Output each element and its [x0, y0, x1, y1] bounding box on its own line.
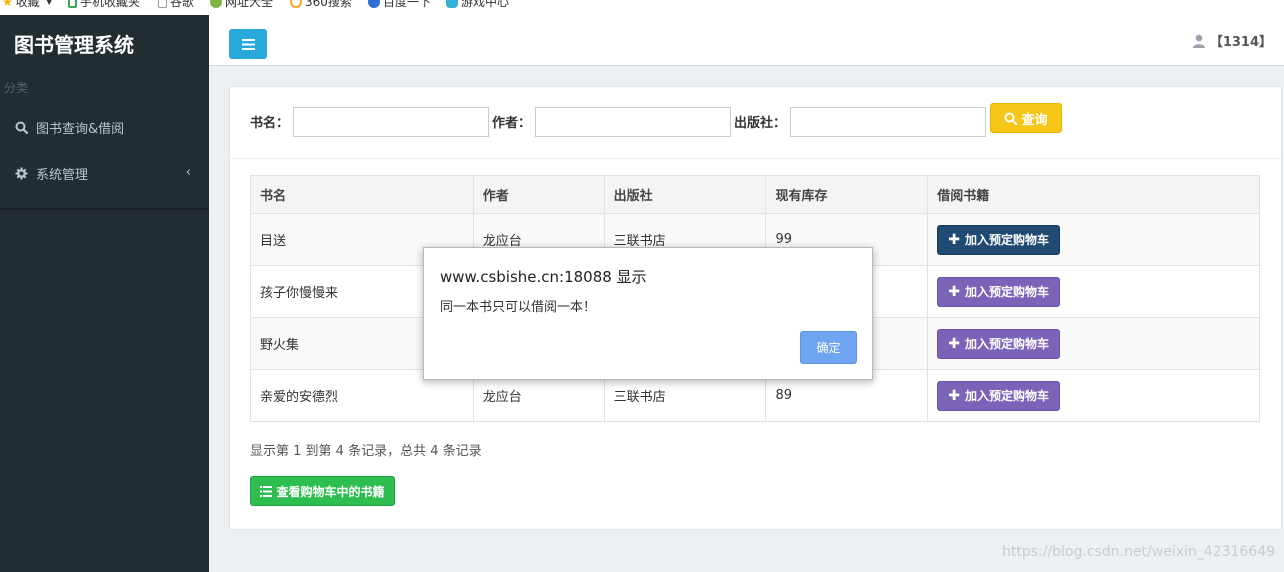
list-icon [260, 485, 273, 497]
add-to-cart-button[interactable]: ✚ 加入预定购物车 [937, 328, 1061, 359]
search-icon [1004, 112, 1018, 125]
bookmark-favorites[interactable]: ★ 收藏 ▼ [2, 0, 53, 10]
title-input[interactable] [293, 107, 489, 137]
sidebar-toggle-button[interactable] [229, 29, 267, 59]
phone-icon [68, 0, 77, 8]
sidebar: 图书管理系统 分类 图书查询&借阅 系统管理 ‹ [0, 15, 209, 572]
sidebar-item-book-search[interactable]: 图书查询&借阅 [0, 105, 209, 149]
globe-icon [210, 0, 222, 8]
dialog-title: www.csbishe.cn:18088 显示 [440, 268, 647, 286]
cell-action: ✚ 加入预定购物车 [927, 317, 1260, 370]
watermark: https://blog.csdn.net/weixin_42316649 [1002, 544, 1276, 560]
bookmark-hao[interactable]: 网址大全 [210, 0, 273, 10]
topbar: 【1314】 [209, 15, 1284, 66]
bookmark-games[interactable]: 游戏中心 [446, 0, 509, 10]
sidebar-divider [0, 208, 209, 210]
plus-icon: ✚ [948, 335, 961, 352]
title-label: 书名： [250, 116, 290, 131]
caret-down-icon: ▼ [45, 0, 53, 7]
cell-action: ✚ 加入预定购物车 [927, 213, 1260, 266]
author-label: 作者： [492, 116, 532, 131]
user-icon [1192, 34, 1205, 48]
column-header-borrow: 借阅书籍 [927, 175, 1260, 214]
table-header-row: 书名 作者 出版社 现有库存 借阅书籍 [250, 175, 1260, 214]
author-input[interactable] [535, 107, 731, 137]
add-to-cart-button[interactable]: ✚ 加入预定购物车 [937, 380, 1061, 411]
add-to-cart-button[interactable]: ✚ 加入预定购物车 [937, 224, 1061, 255]
query-button[interactable]: 查询 [990, 103, 1062, 133]
bookmark-mobile[interactable]: 手机收藏夹 [68, 0, 140, 10]
cell-action: ✚ 加入预定购物车 [927, 265, 1260, 318]
column-header-stock[interactable]: 现有库存 [765, 175, 929, 214]
bookmark-google[interactable]: 谷歌 [158, 0, 194, 10]
cell-action: ✚ 加入预定购物车 [927, 369, 1260, 422]
gamepad-icon [446, 0, 458, 8]
bookmark-baidu[interactable]: 百度一下 [368, 0, 431, 10]
baidu-icon [368, 0, 380, 8]
sidebar-section-header: 分类 [4, 81, 29, 95]
user-name: 【1314】 [1209, 35, 1272, 50]
plus-icon: ✚ [948, 231, 961, 248]
pagination-info: 显示第 1 到第 4 条记录，总共 4 条记录 [250, 444, 482, 459]
gear-icon [14, 166, 28, 180]
user-menu[interactable]: 【1314】 [1192, 31, 1272, 50]
column-header-publisher[interactable]: 出版社 [603, 175, 767, 214]
view-cart-button[interactable]: 查看购物车中的书籍 [250, 476, 395, 506]
dialog-message: 同一本书只可以借阅一本！ [440, 300, 597, 315]
alert-dialog: www.csbishe.cn:18088 显示 同一本书只可以借阅一本！ 确定 [423, 247, 873, 380]
search-logo-icon [290, 0, 302, 8]
sidebar-item-label: 系统管理 [36, 167, 89, 183]
search-icon [14, 120, 28, 134]
publisher-input[interactable] [790, 107, 986, 137]
plus-icon: ✚ [948, 283, 961, 300]
dialog-ok-button[interactable]: 确定 [800, 331, 857, 364]
add-to-cart-button[interactable]: ✚ 加入预定购物车 [937, 276, 1061, 307]
search-form: 书名： 作者： 出版社： 查询 [230, 87, 1281, 159]
chevron-left-icon[interactable]: ‹ [186, 165, 191, 180]
sidebar-item-system-management[interactable]: 系统管理 ‹ [0, 151, 209, 195]
column-header-author[interactable]: 作者 [472, 175, 605, 214]
page-icon [158, 0, 167, 8]
column-header-title[interactable]: 书名 [250, 175, 474, 214]
sidebar-item-label: 图书查询&借阅 [36, 121, 125, 137]
hamburger-icon [241, 38, 255, 50]
plus-icon: ✚ [948, 387, 961, 404]
publisher-label: 出版社： [734, 116, 787, 131]
star-icon: ★ [2, 0, 13, 9]
brand-title[interactable]: 图书管理系统 [0, 15, 209, 67]
bookmark-360[interactable]: 360搜索 [290, 0, 352, 10]
bookmarks-bar: ★ 收藏 ▼ 手机收藏夹 谷歌 网址大全 360搜索 百度一下 游戏中心 [0, 0, 1284, 15]
